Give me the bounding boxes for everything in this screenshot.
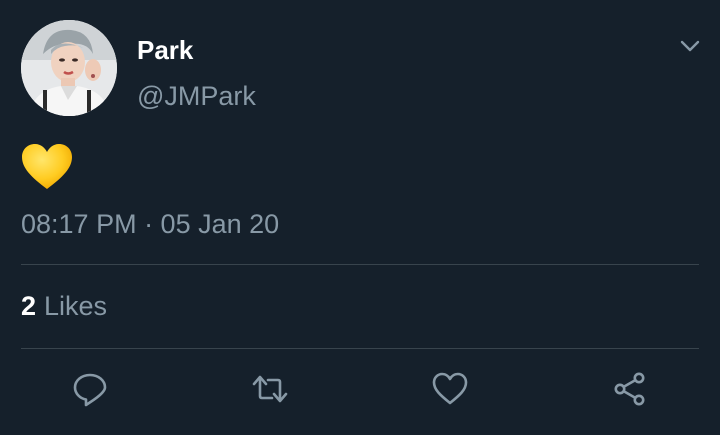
chevron-down-icon[interactable] [677,36,703,56]
divider [21,264,699,265]
retweet-icon[interactable] [251,370,289,408]
likes-label: Likes [44,291,108,321]
reply-icon[interactable] [71,370,109,408]
user-handle[interactable]: @JMPark [137,80,256,112]
share-icon[interactable] [611,370,649,408]
divider [21,348,699,349]
tweet-timestamp: 08:17 PM · 05 Jan 20 [21,209,280,239]
like-icon[interactable] [431,370,469,408]
display-name[interactable]: Park [137,34,193,66]
likes-stat[interactable]: 2 Likes [21,290,107,322]
yellow-heart-emoji-icon [21,143,73,191]
likes-count: 2 [21,291,37,321]
avatar-image [21,20,117,116]
avatar[interactable] [21,20,117,116]
